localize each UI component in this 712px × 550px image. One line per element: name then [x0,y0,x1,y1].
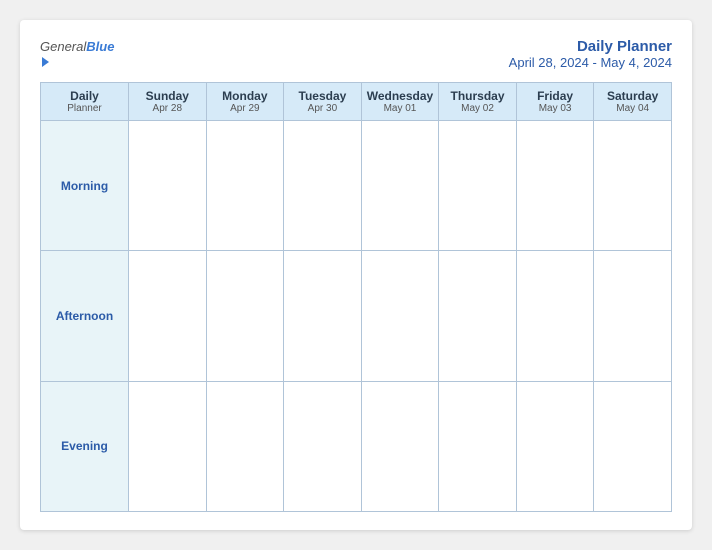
afternoon-monday[interactable] [206,251,284,381]
morning-monday[interactable] [206,121,284,251]
header-monday: Monday Apr 29 [206,83,284,121]
morning-row: Morning [41,121,672,251]
morning-thursday[interactable] [439,121,517,251]
header-row: Daily Planner Sunday Apr 28 Monday Apr 2… [41,83,672,121]
title-area: Daily Planner April 28, 2024 - May 4, 20… [509,38,672,70]
logo-general: General [40,39,86,54]
evening-wednesday[interactable] [361,381,439,511]
header-sunday: Sunday Apr 28 [129,83,207,121]
planner-page: GeneralBlue Daily Planner April 28, 2024… [20,20,692,530]
header-thursday: Thursday May 02 [439,83,517,121]
header-friday: Friday May 03 [516,83,594,121]
planner-table: Daily Planner Sunday Apr 28 Monday Apr 2… [40,82,672,512]
morning-friday[interactable] [516,121,594,251]
evening-row: Evening [41,381,672,511]
afternoon-thursday[interactable] [439,251,517,381]
header-wednesday: Wednesday May 01 [361,83,439,121]
logo-blue: Blue [86,39,114,54]
evening-thursday[interactable] [439,381,517,511]
evening-sunday[interactable] [129,381,207,511]
logo-area: GeneralBlue [40,38,114,67]
planner-date-range: April 28, 2024 - May 4, 2024 [509,55,672,70]
morning-sunday[interactable] [129,121,207,251]
morning-wednesday[interactable] [361,121,439,251]
morning-label: Morning [41,121,129,251]
planner-title: Daily Planner [509,38,672,55]
header: GeneralBlue Daily Planner April 28, 2024… [40,38,672,70]
header-label-col: Daily Planner [41,83,129,121]
afternoon-wednesday[interactable] [361,251,439,381]
logo-triangle-icon [42,57,49,67]
evening-saturday[interactable] [594,381,672,511]
afternoon-saturday[interactable] [594,251,672,381]
morning-tuesday[interactable] [284,121,362,251]
logo-block: GeneralBlue [40,38,114,67]
afternoon-tuesday[interactable] [284,251,362,381]
afternoon-friday[interactable] [516,251,594,381]
evening-tuesday[interactable] [284,381,362,511]
header-tuesday: Tuesday Apr 30 [284,83,362,121]
header-saturday: Saturday May 04 [594,83,672,121]
afternoon-label: Afternoon [41,251,129,381]
evening-label: Evening [41,381,129,511]
evening-friday[interactable] [516,381,594,511]
morning-saturday[interactable] [594,121,672,251]
evening-monday[interactable] [206,381,284,511]
afternoon-row: Afternoon [41,251,672,381]
afternoon-sunday[interactable] [129,251,207,381]
